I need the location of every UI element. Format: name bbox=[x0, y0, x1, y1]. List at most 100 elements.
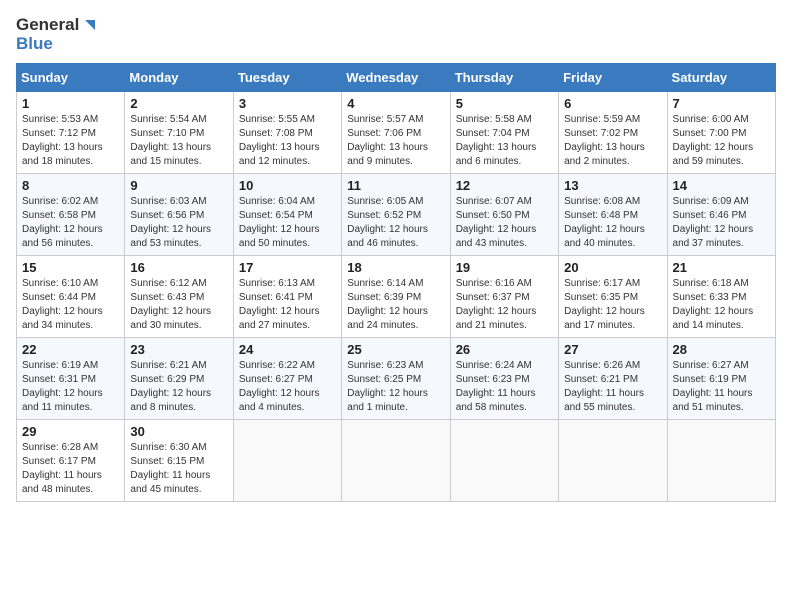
day-info: Sunrise: 6:28 AM Sunset: 6:17 PM Dayligh… bbox=[22, 441, 119, 497]
day-info: Sunrise: 6:23 AM Sunset: 6:25 PM Dayligh… bbox=[347, 359, 444, 415]
day-number: 19 bbox=[456, 260, 553, 275]
day-number: 17 bbox=[239, 260, 336, 275]
calendar-day-cell: 26 Sunrise: 6:24 AM Sunset: 6:23 PM Dayl… bbox=[450, 338, 558, 420]
day-info: Sunrise: 6:24 AM Sunset: 6:23 PM Dayligh… bbox=[456, 359, 553, 415]
day-info: Sunrise: 5:57 AM Sunset: 7:06 PM Dayligh… bbox=[347, 113, 444, 169]
day-info: Sunrise: 5:55 AM Sunset: 7:08 PM Dayligh… bbox=[239, 113, 336, 169]
day-number: 5 bbox=[456, 96, 553, 111]
calendar-day-cell: 4 Sunrise: 5:57 AM Sunset: 7:06 PM Dayli… bbox=[342, 92, 450, 174]
calendar-day-cell: 21 Sunrise: 6:18 AM Sunset: 6:33 PM Dayl… bbox=[667, 256, 775, 338]
logo-general: General bbox=[16, 16, 79, 35]
calendar-day-cell: 23 Sunrise: 6:21 AM Sunset: 6:29 PM Dayl… bbox=[125, 338, 233, 420]
calendar-day-cell bbox=[233, 420, 341, 502]
calendar-day-cell: 15 Sunrise: 6:10 AM Sunset: 6:44 PM Dayl… bbox=[17, 256, 125, 338]
calendar-day-cell: 12 Sunrise: 6:07 AM Sunset: 6:50 PM Dayl… bbox=[450, 174, 558, 256]
calendar-day-cell: 9 Sunrise: 6:03 AM Sunset: 6:56 PM Dayli… bbox=[125, 174, 233, 256]
day-number: 30 bbox=[130, 424, 227, 439]
calendar-day-cell: 24 Sunrise: 6:22 AM Sunset: 6:27 PM Dayl… bbox=[233, 338, 341, 420]
day-info: Sunrise: 6:05 AM Sunset: 6:52 PM Dayligh… bbox=[347, 195, 444, 251]
day-info: Sunrise: 6:16 AM Sunset: 6:37 PM Dayligh… bbox=[456, 277, 553, 333]
calendar-day-cell bbox=[559, 420, 667, 502]
day-number: 3 bbox=[239, 96, 336, 111]
day-number: 4 bbox=[347, 96, 444, 111]
day-info: Sunrise: 6:03 AM Sunset: 6:56 PM Dayligh… bbox=[130, 195, 227, 251]
calendar-day-cell: 19 Sunrise: 6:16 AM Sunset: 6:37 PM Dayl… bbox=[450, 256, 558, 338]
day-number: 13 bbox=[564, 178, 661, 193]
calendar-day-cell: 27 Sunrise: 6:26 AM Sunset: 6:21 PM Dayl… bbox=[559, 338, 667, 420]
calendar-weekday-header: Monday bbox=[125, 64, 233, 92]
calendar-week-row: 1 Sunrise: 5:53 AM Sunset: 7:12 PM Dayli… bbox=[17, 92, 776, 174]
calendar-day-cell: 16 Sunrise: 6:12 AM Sunset: 6:43 PM Dayl… bbox=[125, 256, 233, 338]
day-info: Sunrise: 6:21 AM Sunset: 6:29 PM Dayligh… bbox=[130, 359, 227, 415]
day-number: 26 bbox=[456, 342, 553, 357]
day-number: 27 bbox=[564, 342, 661, 357]
logo: General Blue bbox=[16, 16, 99, 53]
day-number: 21 bbox=[673, 260, 770, 275]
calendar-week-row: 29 Sunrise: 6:28 AM Sunset: 6:17 PM Dayl… bbox=[17, 420, 776, 502]
day-info: Sunrise: 6:08 AM Sunset: 6:48 PM Dayligh… bbox=[564, 195, 661, 251]
day-number: 22 bbox=[22, 342, 119, 357]
day-number: 9 bbox=[130, 178, 227, 193]
day-number: 20 bbox=[564, 260, 661, 275]
day-info: Sunrise: 6:17 AM Sunset: 6:35 PM Dayligh… bbox=[564, 277, 661, 333]
day-info: Sunrise: 6:09 AM Sunset: 6:46 PM Dayligh… bbox=[673, 195, 770, 251]
day-number: 8 bbox=[22, 178, 119, 193]
calendar-day-cell: 20 Sunrise: 6:17 AM Sunset: 6:35 PM Dayl… bbox=[559, 256, 667, 338]
day-info: Sunrise: 5:54 AM Sunset: 7:10 PM Dayligh… bbox=[130, 113, 227, 169]
day-info: Sunrise: 6:30 AM Sunset: 6:15 PM Dayligh… bbox=[130, 441, 227, 497]
day-number: 1 bbox=[22, 96, 119, 111]
day-info: Sunrise: 6:26 AM Sunset: 6:21 PM Dayligh… bbox=[564, 359, 661, 415]
day-info: Sunrise: 6:14 AM Sunset: 6:39 PM Dayligh… bbox=[347, 277, 444, 333]
calendar-weekday-header: Thursday bbox=[450, 64, 558, 92]
calendar-day-cell: 6 Sunrise: 5:59 AM Sunset: 7:02 PM Dayli… bbox=[559, 92, 667, 174]
calendar-day-cell bbox=[342, 420, 450, 502]
calendar-day-cell: 22 Sunrise: 6:19 AM Sunset: 6:31 PM Dayl… bbox=[17, 338, 125, 420]
day-number: 7 bbox=[673, 96, 770, 111]
calendar-day-cell: 14 Sunrise: 6:09 AM Sunset: 6:46 PM Dayl… bbox=[667, 174, 775, 256]
calendar-weekday-header: Saturday bbox=[667, 64, 775, 92]
day-info: Sunrise: 6:00 AM Sunset: 7:00 PM Dayligh… bbox=[673, 113, 770, 169]
day-info: Sunrise: 6:13 AM Sunset: 6:41 PM Dayligh… bbox=[239, 277, 336, 333]
calendar-weekday-header: Sunday bbox=[17, 64, 125, 92]
calendar-day-cell: 17 Sunrise: 6:13 AM Sunset: 6:41 PM Dayl… bbox=[233, 256, 341, 338]
calendar-week-row: 8 Sunrise: 6:02 AM Sunset: 6:58 PM Dayli… bbox=[17, 174, 776, 256]
day-info: Sunrise: 6:10 AM Sunset: 6:44 PM Dayligh… bbox=[22, 277, 119, 333]
calendar-day-cell: 2 Sunrise: 5:54 AM Sunset: 7:10 PM Dayli… bbox=[125, 92, 233, 174]
day-info: Sunrise: 5:59 AM Sunset: 7:02 PM Dayligh… bbox=[564, 113, 661, 169]
day-number: 16 bbox=[130, 260, 227, 275]
day-info: Sunrise: 6:19 AM Sunset: 6:31 PM Dayligh… bbox=[22, 359, 119, 415]
day-number: 18 bbox=[347, 260, 444, 275]
calendar-header-row: SundayMondayTuesdayWednesdayThursdayFrid… bbox=[17, 64, 776, 92]
day-info: Sunrise: 6:22 AM Sunset: 6:27 PM Dayligh… bbox=[239, 359, 336, 415]
calendar-day-cell: 29 Sunrise: 6:28 AM Sunset: 6:17 PM Dayl… bbox=[17, 420, 125, 502]
day-number: 29 bbox=[22, 424, 119, 439]
calendar-day-cell: 10 Sunrise: 6:04 AM Sunset: 6:54 PM Dayl… bbox=[233, 174, 341, 256]
calendar-day-cell: 5 Sunrise: 5:58 AM Sunset: 7:04 PM Dayli… bbox=[450, 92, 558, 174]
day-number: 28 bbox=[673, 342, 770, 357]
day-info: Sunrise: 6:04 AM Sunset: 6:54 PM Dayligh… bbox=[239, 195, 336, 251]
logo-blue: Blue bbox=[16, 35, 99, 54]
calendar-day-cell: 18 Sunrise: 6:14 AM Sunset: 6:39 PM Dayl… bbox=[342, 256, 450, 338]
day-number: 2 bbox=[130, 96, 227, 111]
day-number: 15 bbox=[22, 260, 119, 275]
calendar-weekday-header: Friday bbox=[559, 64, 667, 92]
calendar-weekday-header: Wednesday bbox=[342, 64, 450, 92]
calendar-day-cell: 13 Sunrise: 6:08 AM Sunset: 6:48 PM Dayl… bbox=[559, 174, 667, 256]
day-number: 24 bbox=[239, 342, 336, 357]
page-header: General Blue bbox=[16, 16, 776, 53]
day-number: 25 bbox=[347, 342, 444, 357]
day-info: Sunrise: 6:12 AM Sunset: 6:43 PM Dayligh… bbox=[130, 277, 227, 333]
calendar-weekday-header: Tuesday bbox=[233, 64, 341, 92]
day-number: 11 bbox=[347, 178, 444, 193]
day-info: Sunrise: 6:27 AM Sunset: 6:19 PM Dayligh… bbox=[673, 359, 770, 415]
calendar-day-cell: 30 Sunrise: 6:30 AM Sunset: 6:15 PM Dayl… bbox=[125, 420, 233, 502]
day-info: Sunrise: 5:58 AM Sunset: 7:04 PM Dayligh… bbox=[456, 113, 553, 169]
day-info: Sunrise: 6:02 AM Sunset: 6:58 PM Dayligh… bbox=[22, 195, 119, 251]
calendar-day-cell: 1 Sunrise: 5:53 AM Sunset: 7:12 PM Dayli… bbox=[17, 92, 125, 174]
logo-arrow-icon bbox=[81, 16, 99, 34]
day-number: 6 bbox=[564, 96, 661, 111]
day-info: Sunrise: 5:53 AM Sunset: 7:12 PM Dayligh… bbox=[22, 113, 119, 169]
calendar-body: 1 Sunrise: 5:53 AM Sunset: 7:12 PM Dayli… bbox=[17, 92, 776, 502]
calendar-week-row: 15 Sunrise: 6:10 AM Sunset: 6:44 PM Dayl… bbox=[17, 256, 776, 338]
day-number: 12 bbox=[456, 178, 553, 193]
